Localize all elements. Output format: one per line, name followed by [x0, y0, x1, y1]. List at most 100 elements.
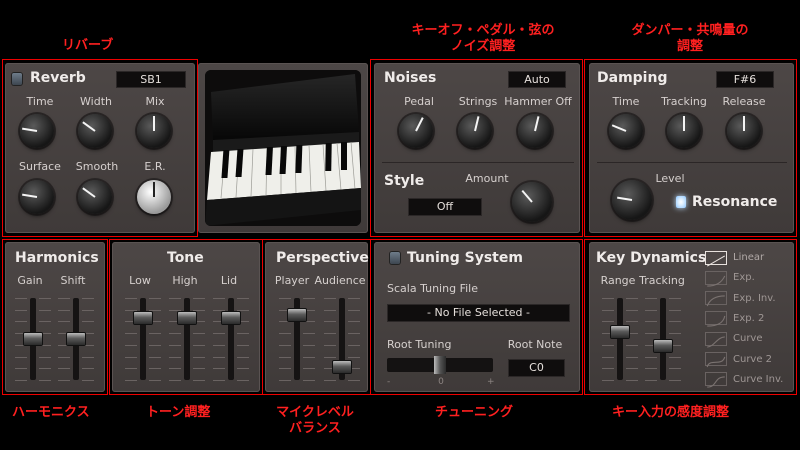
- fader-handle[interactable]: [24, 333, 42, 345]
- fader-tick: [645, 333, 657, 335]
- reverb-width-knob[interactable]: [78, 114, 112, 148]
- curve-option-curve[interactable]: Curve: [705, 330, 763, 348]
- reverb-mix-knob[interactable]: [137, 114, 171, 148]
- noises-mode-display[interactable]: Auto: [508, 71, 566, 88]
- harmonics-slider-label-shift: Shift: [60, 274, 86, 287]
- fader-tick: [213, 368, 225, 370]
- fader-track[interactable]: [140, 298, 146, 380]
- curve-shape-icon: [705, 331, 727, 348]
- fader-tick: [15, 368, 27, 370]
- scala-file-selector[interactable]: - No File Selected -: [387, 304, 570, 322]
- fader-tick: [237, 356, 249, 358]
- tone-slider-label-high: High: [172, 274, 198, 287]
- damping-divider: [597, 162, 787, 163]
- fader-tick: [348, 321, 360, 323]
- noises-style-divider: [382, 162, 574, 163]
- fader-track[interactable]: [660, 298, 666, 380]
- annotation-perspective-line1: マイクレベル: [276, 405, 354, 420]
- curve-option-exp-inv[interactable]: Exp. Inv.: [705, 290, 776, 307]
- harmonics-title: Harmonics: [15, 250, 99, 266]
- fader-track[interactable]: [228, 298, 234, 380]
- damping-note-display[interactable]: F#6: [716, 71, 774, 88]
- fader-handle[interactable]: [222, 312, 240, 324]
- noises-strings-knob[interactable]: [458, 114, 492, 148]
- damping-knob-label-release: Release: [722, 95, 766, 108]
- annotation-perspective: マイクレベル バランス: [260, 405, 370, 437]
- curve-option-exp[interactable]: Exp.: [705, 269, 755, 287]
- noises-hammer-off-knob[interactable]: [518, 114, 552, 148]
- curve-option-label: Linear: [733, 252, 765, 263]
- fader-tick: [237, 380, 249, 381]
- reverb-time-knob[interactable]: [20, 114, 54, 148]
- fader-tick: [626, 380, 638, 381]
- fader-handle[interactable]: [611, 326, 629, 338]
- fader-tick: [348, 356, 360, 358]
- fader-tick: [602, 344, 614, 346]
- fader-tick: [279, 298, 291, 299]
- tone-slider-label-lid: Lid: [220, 274, 238, 287]
- annotation-perspective-line2: バランス: [289, 421, 341, 436]
- piano-illustration: [205, 70, 361, 226]
- root-tuning-minus: -: [387, 377, 391, 387]
- fader-tick: [645, 298, 657, 299]
- curve-option-label: Curve Inv.: [733, 373, 784, 385]
- style-amount-knob[interactable]: [512, 182, 552, 222]
- fader-tick: [669, 368, 681, 370]
- fader-tick: [58, 298, 70, 299]
- fader-tick: [279, 368, 291, 370]
- fader-tick: [58, 380, 70, 381]
- root-tuning-slider-handle[interactable]: [434, 356, 446, 374]
- fader-track[interactable]: [184, 298, 190, 380]
- fader-handle[interactable]: [654, 340, 672, 352]
- fader-tick: [348, 309, 360, 311]
- curve-option-label: Curve: [733, 333, 763, 345]
- fader-tick: [213, 344, 225, 346]
- fader-tick: [279, 333, 291, 335]
- fader-tick: [193, 380, 205, 381]
- fader-handle[interactable]: [288, 308, 306, 321]
- reverb-preset-display[interactable]: SB1: [116, 71, 186, 88]
- fader-tick: [82, 309, 94, 311]
- reverb-surface-knob[interactable]: [20, 180, 54, 214]
- fader-track[interactable]: [617, 298, 623, 380]
- noises-pedal-knob[interactable]: [399, 114, 433, 148]
- damping-tracking-knob[interactable]: [667, 114, 701, 148]
- root-tuning-slider[interactable]: [387, 356, 493, 374]
- fader-tick: [149, 356, 161, 358]
- damping-level-knob[interactable]: [612, 180, 652, 220]
- fader-tick: [669, 298, 681, 299]
- fader-handle[interactable]: [134, 312, 152, 324]
- fader-tick: [125, 368, 137, 370]
- resonance-toggle[interactable]: [676, 196, 686, 208]
- curve-shape-icon: [705, 311, 727, 328]
- root-note-display[interactable]: C0: [508, 359, 565, 377]
- style-value-display[interactable]: Off: [408, 198, 482, 216]
- fader-tick: [82, 321, 94, 323]
- reverb-er-knob[interactable]: [137, 180, 171, 214]
- damping-time-knob[interactable]: [609, 114, 643, 148]
- damping-knob-label-time: Time: [612, 95, 640, 108]
- annotation-harmonics: ハーモニクス: [12, 405, 90, 420]
- curve-option-curve-2[interactable]: Curve 2: [705, 351, 772, 368]
- reverb-smooth-knob[interactable]: [78, 180, 112, 214]
- curve-option-curve-inv[interactable]: Curve Inv.: [705, 371, 783, 388]
- fader-tick: [324, 380, 336, 381]
- curve-option-exp-2[interactable]: Exp. 2: [705, 310, 765, 328]
- tuning-toggle[interactable]: [390, 252, 400, 264]
- curve-option-linear[interactable]: Linear: [705, 249, 765, 267]
- fader-tick: [279, 321, 291, 323]
- curve-option-label: Exp. 2: [733, 312, 765, 324]
- fader-tick: [348, 380, 360, 381]
- fader-tick: [213, 380, 225, 381]
- harmonics-slider-label-gain: Gain: [17, 274, 43, 287]
- fader-handle[interactable]: [333, 361, 351, 373]
- fader-tick: [602, 298, 614, 299]
- fader-tick: [669, 309, 681, 311]
- fader-tick: [193, 333, 205, 335]
- fader-handle[interactable]: [67, 333, 85, 345]
- damping-level-label: Level: [655, 172, 685, 185]
- damping-release-knob[interactable]: [727, 114, 761, 148]
- reverb-toggle[interactable]: [12, 73, 22, 85]
- fader-handle[interactable]: [178, 312, 196, 324]
- fader-tick: [303, 321, 315, 323]
